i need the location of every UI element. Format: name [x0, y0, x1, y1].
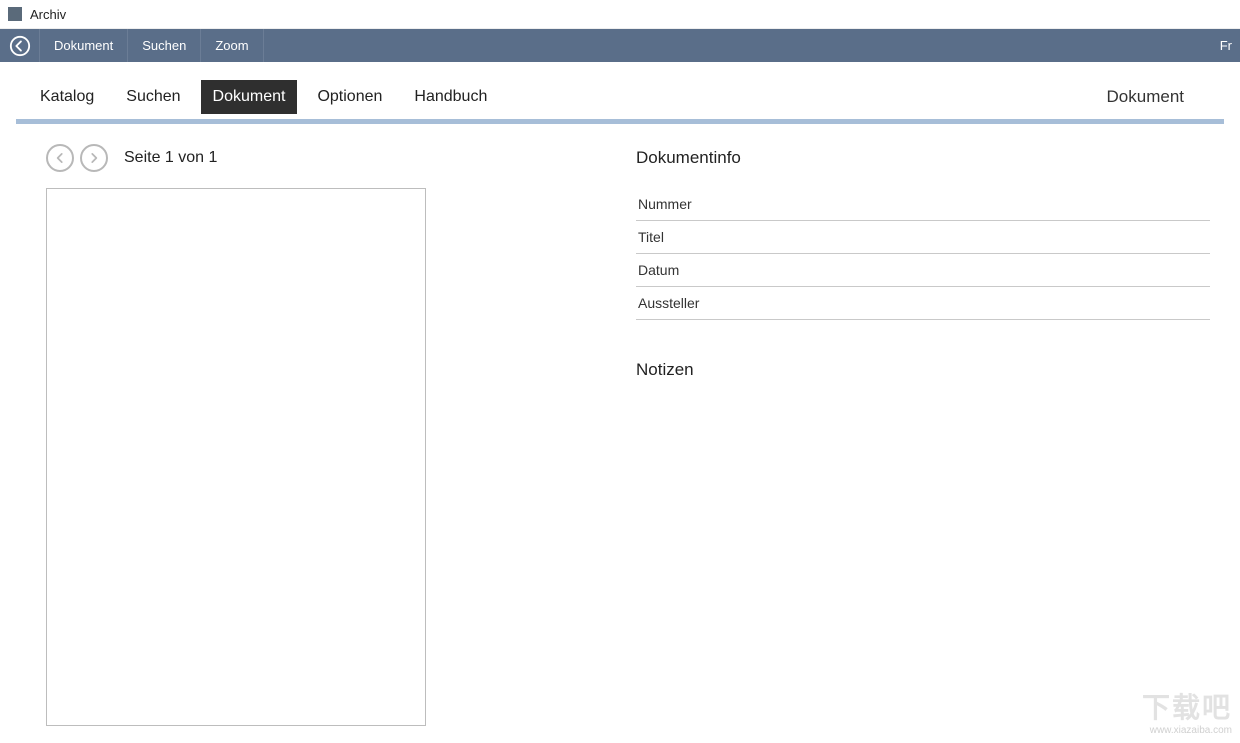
next-page-button[interactable]	[80, 144, 108, 172]
chevron-left-icon	[53, 151, 67, 165]
tab-katalog[interactable]: Katalog	[28, 80, 106, 114]
left-pane: Seite 1 von 1	[46, 144, 606, 726]
chevron-right-icon	[87, 151, 101, 165]
tab-dokument[interactable]: Dokument	[201, 80, 298, 114]
pager: Seite 1 von 1	[46, 144, 606, 172]
menu-zoom[interactable]: Zoom	[201, 29, 263, 62]
field-datum[interactable]: Datum	[636, 254, 1210, 287]
menubar: Dokument Suchen Zoom Fr	[0, 29, 1240, 62]
menu-right-truncated[interactable]: Fr	[1206, 29, 1240, 62]
back-arrow-icon	[9, 35, 31, 57]
tab-optionen[interactable]: Optionen	[305, 80, 394, 114]
titlebar: Archiv	[0, 0, 1240, 29]
back-button[interactable]	[0, 29, 40, 62]
menu-dokument[interactable]: Dokument	[40, 29, 128, 62]
content-area: Seite 1 von 1 Dokumentinfo Nummer Titel …	[0, 124, 1240, 726]
tabstrip: Katalog Suchen Dokument Optionen Handbuc…	[0, 62, 1240, 114]
menu-suchen[interactable]: Suchen	[128, 29, 201, 62]
field-titel[interactable]: Titel	[636, 221, 1210, 254]
tab-handbuch[interactable]: Handbuch	[402, 80, 499, 114]
right-pane: Dokumentinfo Nummer Titel Datum Ausstell…	[636, 144, 1210, 726]
window-title: Archiv	[30, 7, 66, 22]
info-section-title: Dokumentinfo	[636, 148, 1210, 168]
page-preview[interactable]	[46, 188, 426, 726]
watermark-url: www.xiazaiba.com	[1142, 725, 1232, 737]
field-aussteller[interactable]: Aussteller	[636, 287, 1210, 320]
tab-suchen[interactable]: Suchen	[114, 80, 192, 114]
context-label: Dokument	[1107, 87, 1224, 107]
field-nummer[interactable]: Nummer	[636, 188, 1210, 221]
prev-page-button[interactable]	[46, 144, 74, 172]
notes-section-title: Notizen	[636, 360, 1210, 380]
app-icon	[8, 7, 22, 21]
page-label: Seite 1 von 1	[124, 149, 217, 167]
